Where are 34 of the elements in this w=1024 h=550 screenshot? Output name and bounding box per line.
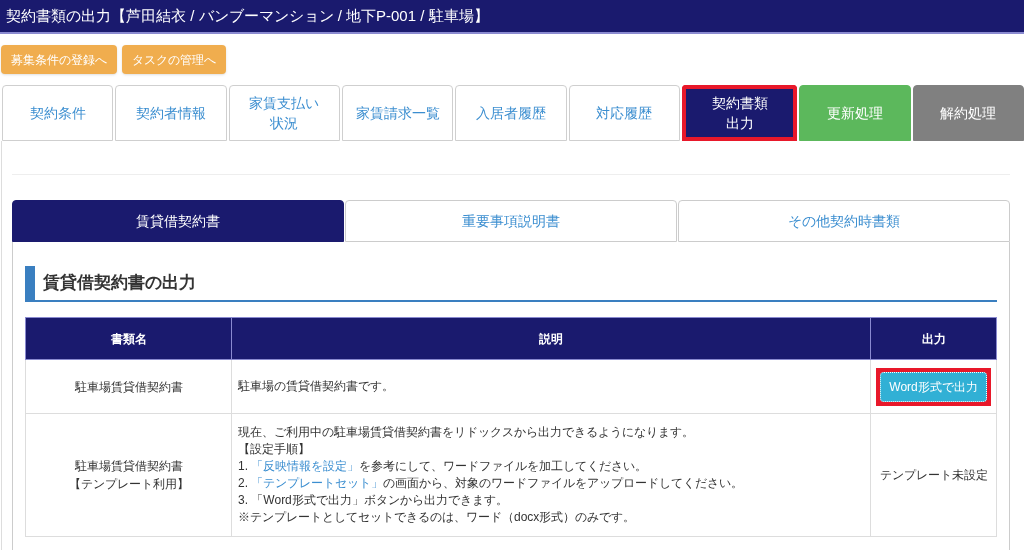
tab[interactable]: 家賃請求一覧	[342, 85, 454, 141]
table-cell: 駐車場賃貸借契約書 【テンプレート利用】	[25, 413, 232, 537]
description-text: 1.	[238, 459, 249, 473]
section-title: 賃貸借契約書の出力	[25, 266, 997, 302]
tab[interactable]: 解約処理	[912, 85, 1024, 141]
sub-tab[interactable]: 賃貸借契約書	[12, 200, 344, 242]
table-cell: 駐車場賃貸借契約書	[25, 359, 232, 414]
tab[interactable]: 契約者情報	[115, 85, 227, 141]
description-text: 3. 「Word形式で出力」ボタンから出力できます。	[238, 493, 508, 507]
column-header: 出力	[870, 317, 997, 360]
column-header: 説明	[231, 317, 871, 360]
description-text: の画面から、対象のワードファイルをアップロードしてください。	[383, 476, 744, 490]
description-text: 駐車場の賃貸借契約書です。	[238, 379, 394, 393]
description-text: 現在、ご利用中の駐車場賃貸借契約書をリドックスから出力できるようになります。	[238, 425, 694, 439]
tab[interactable]: 更新処理	[799, 85, 911, 141]
link[interactable]: 「反映情報を設定」	[251, 459, 360, 473]
link[interactable]: 「テンプレートセット」	[251, 476, 384, 490]
tab[interactable]: 入居者履歴	[455, 85, 567, 141]
nav-button[interactable]: タスクの管理へ	[122, 45, 226, 74]
tab[interactable]: 契約書類 出力	[681, 85, 798, 141]
tab[interactable]: 対応履歴	[568, 85, 680, 141]
description-text: ※テンプレートとしてセットできるのは、ワード（docx形式）のみです。	[238, 510, 636, 524]
description-text: 2.	[238, 476, 249, 490]
tab[interactable]: 契約条件	[2, 85, 114, 141]
sub-tab[interactable]: 重要事項説明書	[345, 200, 677, 242]
status-text: テンプレート未設定	[879, 468, 988, 482]
nav-button[interactable]: 募集条件の登録へ	[1, 45, 117, 74]
description-text: 【設定手順】	[238, 442, 310, 456]
page-header: 契約書類の出力【芦田結衣 / バンブーマンション / 地下P-001 / 駐車場】	[0, 0, 1024, 34]
tab[interactable]: 家賃支払い 状況	[228, 85, 340, 141]
description-text: を参考にして、ワードファイルを加工してください。	[359, 459, 648, 473]
column-header: 書類名	[25, 317, 232, 360]
word-export-button[interactable]: Word形式で出力	[880, 371, 987, 402]
sub-tab[interactable]: その他契約時書類	[678, 200, 1010, 242]
